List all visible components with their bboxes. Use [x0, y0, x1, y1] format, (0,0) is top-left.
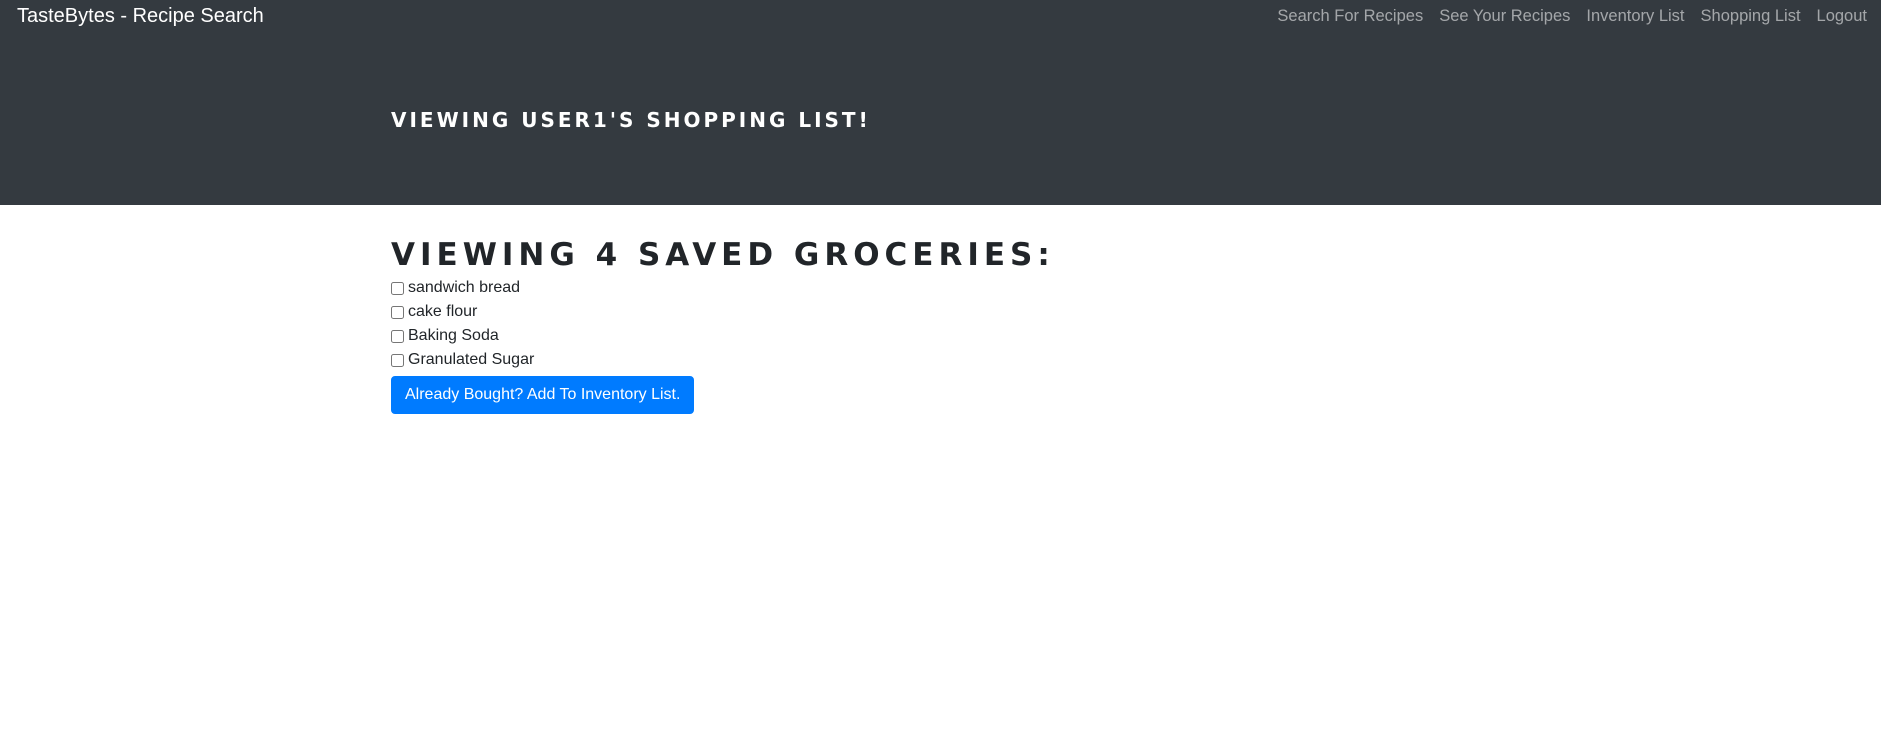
- main-content: Viewing 4 Saved Groceries: sandwich brea…: [391, 236, 1491, 414]
- section-title: Viewing 4 Saved Groceries:: [391, 237, 1055, 273]
- brand-link[interactable]: TasteBytes - Recipe Search: [17, 5, 264, 28]
- grocery-item: Baking Soda: [391, 324, 1491, 348]
- page-header: Viewing User1's Shopping List!: [0, 34, 1881, 205]
- nav-links: Search For Recipes See Your Recipes Inve…: [1277, 7, 1867, 26]
- navbar: TasteBytes - Recipe Search Search For Re…: [0, 0, 1881, 34]
- nav-link-your-recipes[interactable]: See Your Recipes: [1439, 7, 1570, 26]
- grocery-label: sandwich bread: [408, 279, 521, 296]
- grocery-label: cake flour: [408, 303, 478, 320]
- nav-link-inventory-list[interactable]: Inventory List: [1586, 7, 1684, 26]
- add-to-inventory-button[interactable]: Already Bought? Add To Inventory List.: [391, 376, 695, 414]
- grocery-label: Baking Soda: [408, 327, 499, 344]
- nav-link-shopping-list[interactable]: Shopping List: [1701, 7, 1801, 26]
- grocery-item: Granulated Sugar: [391, 348, 1491, 372]
- grocery-checkbox-granulated-sugar[interactable]: [391, 353, 404, 367]
- page-title: Viewing User1's Shopping List!: [391, 108, 871, 132]
- grocery-checkbox-cake-flour[interactable]: [391, 305, 404, 319]
- grocery-form: sandwich bread cake flour Baking Soda Gr…: [391, 276, 1491, 414]
- grocery-item: cake flour: [391, 300, 1491, 324]
- grocery-checkbox-sandwich-bread[interactable]: [391, 281, 404, 295]
- nav-link-logout[interactable]: Logout: [1817, 7, 1867, 26]
- grocery-item: sandwich bread: [391, 276, 1491, 300]
- nav-link-search-recipes[interactable]: Search For Recipes: [1277, 7, 1423, 26]
- grocery-label: Granulated Sugar: [408, 351, 535, 368]
- grocery-checkbox-baking-soda[interactable]: [391, 329, 404, 343]
